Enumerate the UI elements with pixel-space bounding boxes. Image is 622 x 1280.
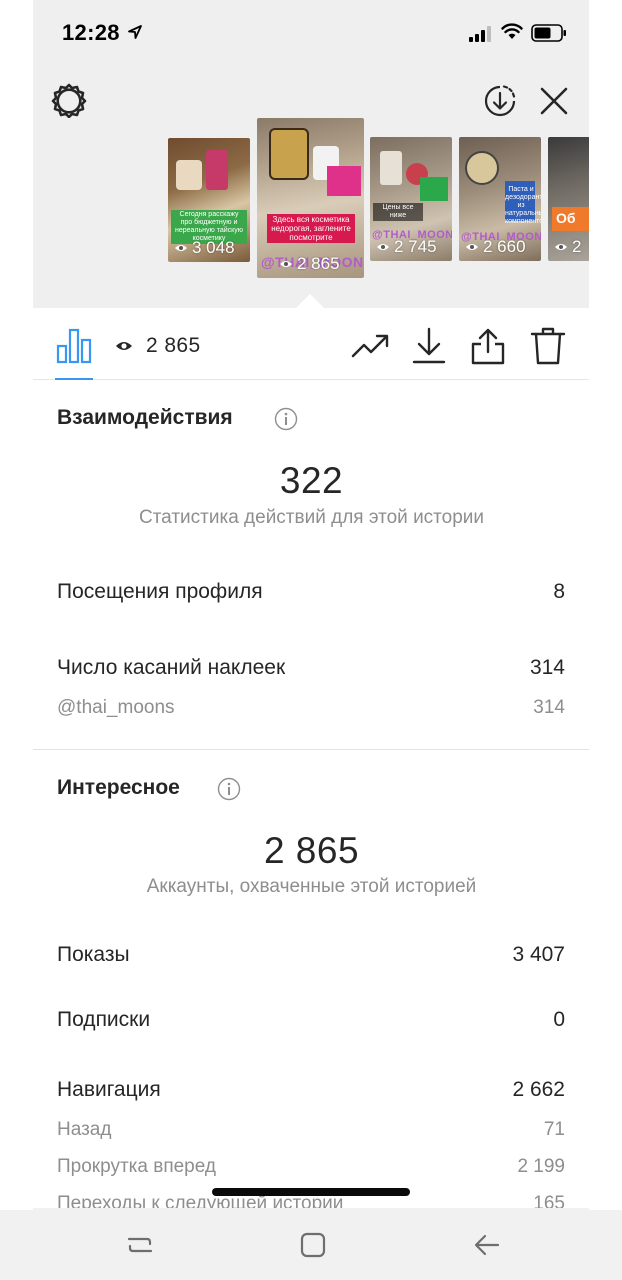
forward-label: Прокрутка вперед [57, 1156, 216, 1177]
story-thumbnail[interactable]: Об 2 [548, 137, 590, 261]
delete-trash-icon[interactable] [528, 326, 568, 366]
story-views-value: 2 [572, 237, 582, 256]
cellular-signal-icon [469, 26, 491, 42]
story-caption: Здесь вся косметика недорогая, заглените… [267, 214, 355, 243]
info-icon[interactable] [274, 407, 298, 431]
interactions-total: 322 [279, 460, 344, 501]
product-bottle [380, 151, 402, 185]
info-icon[interactable] [217, 777, 241, 801]
battery-icon [531, 24, 566, 42]
story-caption: Цены все ниже [373, 203, 423, 221]
story-thumbnail[interactable]: Сегодня расскажу про бюджетную и нереаль… [168, 138, 250, 262]
sticker-taps-value: 314 [529, 656, 565, 679]
location-arrow-icon [128, 25, 142, 39]
story-view-count: 2 [554, 237, 581, 257]
home-button-icon[interactable] [298, 1230, 328, 1260]
sticker-handle-label: @thai_moons [57, 697, 175, 718]
back-label: Назад [57, 1119, 112, 1140]
interactions-title: Взаимодействия [57, 406, 233, 429]
product-jar [176, 160, 202, 190]
insights-bar-chart-icon[interactable] [55, 326, 93, 364]
impressions-value: 3 407 [512, 943, 565, 966]
story-view-count: 2 865 [279, 254, 340, 274]
status-time: 12:28 [62, 20, 120, 45]
story-view-count: 2 745 [376, 237, 437, 257]
follows-label: Подписки [57, 1008, 151, 1031]
selected-story-pointer [295, 294, 325, 309]
story-view-count: 2 865 [146, 334, 201, 357]
story-views-value: 2 660 [483, 237, 526, 256]
story-views-value: 2 865 [297, 254, 340, 273]
eye-icon [280, 261, 292, 267]
status-bar: 12:28 [33, 0, 590, 66]
accounts-reached-subtitle: Аккаунты, охваченные этой историей [146, 876, 477, 897]
system-navigation-bar [0, 1208, 622, 1280]
screen-edge-right [589, 0, 622, 1210]
profile-visits-value: 8 [553, 580, 565, 603]
product-jar [465, 151, 499, 185]
wifi-icon [501, 23, 523, 39]
eye-icon [555, 244, 567, 250]
story-sticker [327, 166, 361, 196]
promote-trend-icon[interactable] [351, 326, 391, 366]
home-indicator[interactable] [212, 1188, 410, 1196]
story-thumbnail[interactable]: Паста и дезодорант из натуральных компон… [459, 137, 541, 261]
story-views-value: 3 048 [192, 238, 235, 257]
story-sticker: Об [552, 207, 590, 231]
screen-edge-left [0, 0, 33, 1210]
story-sticker [420, 177, 448, 201]
story-tray-area: 12:28 Сегодня расскажу про бюджетную и н… [33, 0, 590, 309]
close-icon[interactable] [538, 85, 570, 117]
sticker-taps-label: Число касаний наклеек [57, 656, 286, 679]
story-thumbnail[interactable]: Цены все ниже @THAI_MOONS 2 745 [370, 137, 452, 261]
story-insights-screen: 12:28 Сегодня расскажу про бюджетную и н… [33, 0, 590, 1210]
story-caption: Паста и дезодорант из натуральных компон… [505, 186, 541, 225]
interactions-subtitle: Статистика действий для этой истории [138, 507, 485, 528]
back-value: 71 [543, 1119, 565, 1140]
eye-icon [116, 342, 132, 350]
recent-apps-icon[interactable] [125, 1230, 155, 1260]
story-view-count: 2 660 [465, 237, 526, 257]
navigation-label: Навигация [57, 1078, 161, 1101]
active-tab-indicator [55, 378, 93, 380]
back-arrow-icon[interactable] [472, 1230, 502, 1260]
share-icon[interactable] [468, 326, 508, 366]
settings-gear-icon[interactable] [51, 82, 87, 118]
discovery-title: Интересное [57, 776, 180, 799]
story-thumbnail-selected[interactable]: Здесь вся косметика недорогая, заглените… [257, 118, 364, 278]
story-views-value: 2 745 [394, 237, 437, 256]
forward-value: 2 199 [517, 1156, 565, 1177]
eye-icon [175, 245, 187, 251]
product-box [206, 150, 228, 190]
accounts-reached-total: 2 865 [263, 830, 360, 871]
eye-icon [466, 244, 478, 250]
profile-visits-label: Посещения профиля [57, 580, 263, 603]
section-divider [33, 749, 590, 750]
story-view-count: 3 048 [174, 238, 235, 258]
follows-value: 0 [553, 1008, 565, 1031]
sticker-handle-value: 314 [533, 697, 565, 718]
story-toolbar: 2 865 [33, 308, 590, 380]
download-icon[interactable] [409, 326, 449, 366]
impressions-label: Показы [57, 943, 130, 966]
navigation-value: 2 662 [512, 1078, 565, 1101]
eye-icon [377, 244, 389, 250]
save-story-icon[interactable] [481, 82, 519, 120]
product-jar [269, 128, 309, 180]
